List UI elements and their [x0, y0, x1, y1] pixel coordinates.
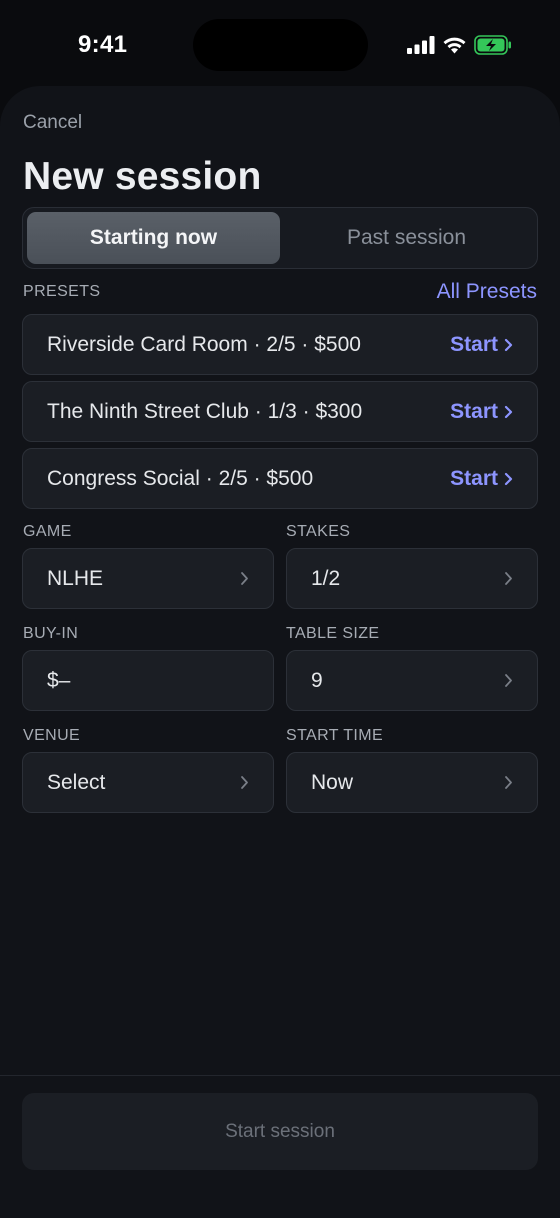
- preset-start-button[interactable]: Start: [450, 333, 513, 357]
- chevron-right-icon: [505, 572, 512, 585]
- stakes-label: STAKES: [286, 523, 351, 540]
- game-value: NLHE: [47, 566, 104, 590]
- preset-item-label: The Ninth Street Club · 1/3 · $300: [47, 399, 363, 423]
- status-time: 9:41: [78, 31, 128, 58]
- buy-in-label: BUY-IN: [23, 625, 79, 642]
- page-title: New session: [23, 155, 262, 198]
- cancel-button[interactable]: Cancel: [23, 112, 82, 134]
- chevron-right-icon: [504, 338, 513, 351]
- battery-charging-icon: [474, 35, 511, 55]
- wifi-icon: [443, 37, 466, 54]
- stakes-select[interactable]: 1/2: [286, 548, 538, 609]
- venue-select[interactable]: Select: [22, 752, 274, 813]
- chevron-right-icon: [504, 472, 513, 485]
- status-bar: 9:41: [0, 0, 560, 90]
- preset-item[interactable]: Riverside Card Room · 2/5 · $500 Start: [22, 314, 538, 375]
- all-presets-link[interactable]: All Presets: [437, 280, 537, 304]
- start-session-button[interactable]: Start session: [22, 1093, 538, 1170]
- segment-starting-now[interactable]: Starting now: [27, 212, 280, 264]
- start-time-value: Now: [311, 770, 354, 794]
- venue-label: VENUE: [23, 727, 81, 744]
- buy-in-input[interactable]: $–: [22, 650, 274, 711]
- preset-item-label: Congress Social · 2/5 · $500: [47, 466, 314, 490]
- chevron-right-icon: [241, 776, 248, 789]
- chevron-right-icon: [241, 572, 248, 585]
- preset-start-button[interactable]: Start: [450, 400, 513, 424]
- screen: 9:41 Cancel New session Starting now Pas…: [0, 0, 560, 1218]
- start-time-label: START TIME: [286, 727, 384, 744]
- start-time-select[interactable]: Now: [286, 752, 538, 813]
- signal-icon: [407, 36, 435, 54]
- table-size-label: TABLE SIZE: [286, 625, 380, 642]
- new-session-sheet: Cancel New session Starting now Past ses…: [0, 86, 560, 1218]
- table-size-select[interactable]: 9: [286, 650, 538, 711]
- preset-start-button[interactable]: Start: [450, 467, 513, 491]
- preset-item-label: Riverside Card Room · 2/5 · $500: [47, 332, 361, 356]
- presets-label: PRESETS: [23, 283, 101, 300]
- segment-past-session[interactable]: Past session: [280, 212, 533, 264]
- status-icons: [407, 34, 512, 56]
- game-label: GAME: [23, 523, 72, 540]
- chevron-right-icon: [505, 674, 512, 687]
- table-size-value: 9: [311, 668, 323, 692]
- chevron-right-icon: [505, 776, 512, 789]
- chevron-right-icon: [504, 405, 513, 418]
- dynamic-island: [193, 19, 368, 71]
- footer-divider: [0, 1075, 560, 1076]
- preset-item[interactable]: Congress Social · 2/5 · $500 Start: [22, 448, 538, 509]
- game-select[interactable]: NLHE: [22, 548, 274, 609]
- mode-segmented-control: Starting now Past session: [22, 207, 538, 269]
- venue-value: Select: [47, 770, 106, 794]
- preset-item[interactable]: The Ninth Street Club · 1/3 · $300 Start: [22, 381, 538, 442]
- stakes-value: 1/2: [311, 566, 341, 590]
- buy-in-value: $–: [47, 668, 71, 692]
